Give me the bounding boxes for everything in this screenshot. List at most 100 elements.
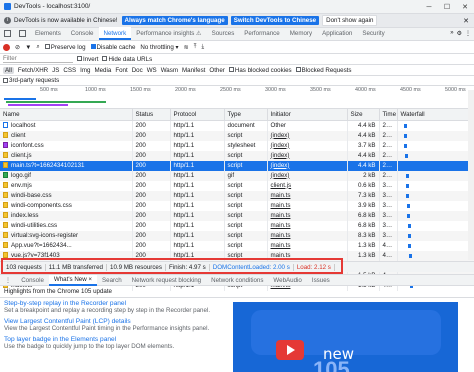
initiator-cell[interactable]: main.ts — [267, 190, 348, 201]
time-cell: 3 ms — [379, 190, 398, 201]
tab-application[interactable]: Application — [317, 27, 357, 40]
drawer-tab-whats-new[interactable]: What's New × — [48, 274, 98, 286]
type-wasm[interactable]: Wasm — [161, 67, 178, 74]
maximize-icon[interactable]: ☐ — [438, 0, 456, 14]
disable-cache-checkbox[interactable]: Disable cache — [90, 44, 135, 51]
table-row[interactable]: App.vue?t=1662434... 200 http/1.1 script mai… — [0, 240, 474, 251]
inspect-icon[interactable] — [4, 30, 11, 37]
initiator-cell[interactable]: (index) — [267, 130, 348, 141]
drawer-tab-webaudio[interactable]: WebAudio — [268, 277, 306, 284]
initiator-cell[interactable]: (index) — [267, 140, 348, 151]
invert-label: Invert — [83, 55, 99, 63]
drawer-tab-search[interactable]: Search — [97, 277, 127, 284]
promo-video-thumbnail[interactable]: new 105 — [233, 302, 458, 372]
type-all[interactable]: All — [3, 66, 14, 74]
table-row[interactable]: localhost 200 http/1.1 document Other 4.4 kB 2… — [0, 120, 474, 131]
close-infobar-icon[interactable]: ✕ — [463, 17, 469, 25]
type-ws[interactable]: WS — [147, 67, 157, 74]
minimize-icon[interactable]: ─ — [420, 0, 438, 14]
feature-link[interactable]: Step-by-step replay in the Recorder pane… — [4, 300, 216, 307]
table-row[interactable]: env.mjs 200 http/1.1 script client.js 0.6 kB 3… — [0, 180, 474, 191]
settings-icon[interactable]: ⚙ — [457, 30, 462, 37]
tab-sources[interactable]: Sources — [207, 27, 240, 40]
initiator-cell[interactable]: main.ts — [267, 200, 348, 211]
col-waterfall[interactable]: Waterfall — [397, 109, 474, 121]
initiator-cell[interactable]: main.ts — [267, 220, 348, 231]
tab-network[interactable]: Network — [98, 27, 132, 40]
col-status[interactable]: Status — [132, 109, 171, 121]
table-row[interactable]: windi-utilities.css 200 http/1.1 script main… — [0, 220, 474, 231]
initiator-cell[interactable]: (index) — [267, 170, 348, 181]
has-blocked-cookies-checkbox[interactable]: Has blocked cookies — [228, 67, 292, 74]
feature-link[interactable]: View Largest Contentful Paint (LCP) deta… — [4, 318, 216, 325]
drawer-tab-console[interactable]: Console — [16, 277, 49, 284]
col-time[interactable]: Time — [379, 109, 398, 121]
third-party-checkbox[interactable]: 3rd-party requests — [3, 77, 59, 84]
initiator-cell[interactable]: (index) — [267, 160, 348, 171]
type-doc[interactable]: Doc — [132, 67, 143, 74]
table-row[interactable]: logo.gif 200 http/1.1 gif (index) 2 kB 2 ms — [0, 170, 474, 181]
type-css[interactable]: CSS — [63, 67, 76, 74]
table-row[interactable]: virtual:svg-icons-register 200 http/1.1 scr… — [0, 230, 474, 241]
type-manifest[interactable]: Manifest — [182, 67, 205, 74]
throttling-select[interactable]: No throttling ▾ — [140, 44, 178, 51]
hide-data-urls-checkbox[interactable]: Hide data URLs — [102, 56, 152, 63]
initiator-cell[interactable]: client.js — [267, 180, 348, 191]
tab-elements[interactable]: Elements — [30, 27, 66, 40]
switch-language-button[interactable]: Switch DevTools to Chinese — [230, 16, 320, 25]
search-icon[interactable]: ⌕ — [36, 43, 39, 51]
table-row[interactable]: index.less 200 http/1.1 script main.ts 6.8 kB… — [0, 210, 474, 221]
col-protocol[interactable]: Protocol — [170, 109, 225, 121]
table-row[interactable]: main.ts?t=1662434102131 200 http/1.1 script… — [0, 160, 474, 171]
table-row[interactable]: windi-base.css 200 http/1.1 script main.ts 7.… — [0, 190, 474, 201]
drawer-menu-icon[interactable]: ⋮ — [0, 277, 16, 284]
type-img[interactable]: Img — [80, 67, 90, 74]
initiator-cell[interactable]: main.ts — [267, 240, 348, 251]
initiator-cell[interactable]: (index) — [267, 150, 348, 161]
col-name[interactable]: Name — [0, 109, 133, 121]
table-row[interactable]: client 200 http/1.1 script (index) 4.4 kB 2 ms — [0, 130, 474, 141]
dismiss-button[interactable]: Don't show again — [322, 15, 378, 26]
table-row[interactable]: windi-components.css 200 http/1.1 script mai… — [0, 200, 474, 211]
match-language-button[interactable]: Always match Chrome's language — [121, 16, 228, 25]
initiator-cell[interactable]: main.ts — [267, 230, 348, 241]
table-row[interactable]: client.js 200 http/1.1 script (index) 4.4 kB 2… — [0, 150, 474, 161]
tab-security[interactable]: Security — [357, 27, 389, 40]
tab-performance[interactable]: Performance — [239, 27, 284, 40]
close-icon[interactable]: ✕ — [456, 0, 474, 14]
filter-input[interactable]: Filter — [3, 55, 73, 63]
export-icon[interactable]: ⤓ — [202, 43, 205, 51]
name-cell: client — [0, 130, 133, 141]
type-media[interactable]: Media — [94, 67, 111, 74]
drawer-tab-issues[interactable]: Issues — [307, 277, 335, 284]
initiator-cell[interactable]: main.ts — [267, 210, 348, 221]
more-tabs-icon[interactable]: » — [450, 30, 453, 37]
type-other[interactable]: Other — [209, 67, 224, 74]
youtube-play-icon[interactable] — [276, 340, 304, 360]
record-icon[interactable] — [3, 43, 10, 51]
tab-performance-insights[interactable]: Performance insights ⚠ — [131, 27, 206, 40]
device-toolbar-icon[interactable] — [19, 30, 26, 37]
table-row[interactable]: iconfont.css 200 http/1.1 stylesheet (index)… — [0, 140, 474, 151]
filter-icon[interactable]: ▼ — [25, 44, 31, 51]
drawer-tab-request-blocking[interactable]: Network request blocking — [127, 277, 206, 284]
type-fetch[interactable]: Fetch/XHR — [18, 67, 48, 74]
col-initiator[interactable]: Initiator — [267, 109, 348, 121]
more-options-icon[interactable]: ⋮ — [465, 30, 471, 37]
blocked-requests-checkbox[interactable]: Blocked Requests — [295, 67, 352, 74]
tab-console[interactable]: Console — [66, 27, 99, 40]
wifi-icon[interactable]: ≋ — [184, 44, 189, 51]
network-overview[interactable]: 500 ms 1000 ms 1500 ms 2000 ms 2500 ms 3… — [0, 86, 474, 109]
import-icon[interactable]: ⤒ — [194, 43, 197, 51]
col-type[interactable]: Type — [224, 109, 268, 121]
preserve-log-checkbox[interactable]: Preserve log — [44, 44, 86, 51]
col-size[interactable]: Size — [347, 109, 380, 121]
type-font[interactable]: Font — [115, 67, 127, 74]
type-js[interactable]: JS — [52, 67, 59, 74]
invert-checkbox[interactable]: Invert — [77, 56, 98, 63]
drawer-tab-network-conditions[interactable]: Network conditions — [206, 277, 268, 284]
feature-link[interactable]: Top layer badge in the Elements panel — [4, 336, 216, 343]
tab-memory[interactable]: Memory — [285, 27, 317, 40]
table-scrollbar[interactable] — [468, 90, 474, 260]
clear-icon[interactable]: ⊘ — [15, 44, 20, 51]
